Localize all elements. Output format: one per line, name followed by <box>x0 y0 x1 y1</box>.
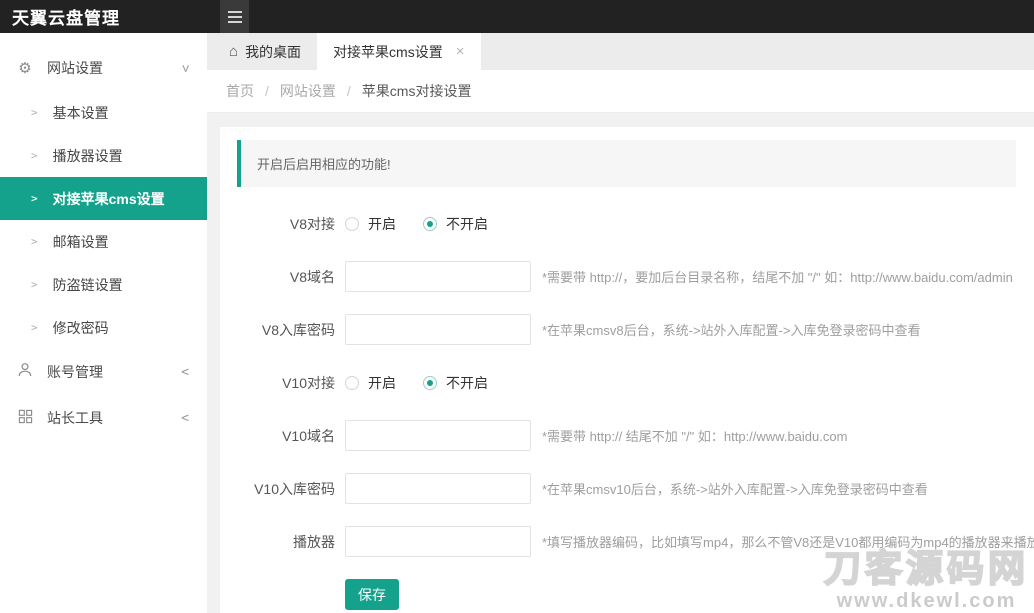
save-button[interactable]: 保存 <box>345 579 399 610</box>
chevron-right-icon: > <box>31 235 38 248</box>
form-row-v10-password: V10入库密码 *在苹果cmsv10后台，系统->站外入库配置->入库免登录密码… <box>237 473 1016 504</box>
gear-icon: ⚙ <box>16 59 34 77</box>
breadcrumb: 首页 / 网站设置 / 苹果cms对接设置 <box>207 70 1034 113</box>
form-row-save: 保存 <box>237 579 1016 610</box>
radio-checked-icon <box>423 376 437 390</box>
sidebar-item-change-password[interactable]: > 修改密码 <box>0 306 207 349</box>
grid-icon <box>16 409 34 428</box>
field-hint: *需要带 http://，要加后台目录名称，结尾不加 "/" 如：http://… <box>542 267 1013 286</box>
radio-checked-icon <box>423 217 437 231</box>
alert-text: 开启后启用相应的功能! <box>257 157 391 172</box>
settings-card: 开启后启用相应的功能! V8对接 开启 不开启 V8域名 <box>220 127 1034 613</box>
sidebar: ⚙ 网站设置 > > 基本设置 > 播放器设置 > 对接苹果cms设置 > 邮箱… <box>0 33 207 613</box>
sidebar-item-label: 邮箱设置 <box>53 232 109 252</box>
tab-bar: ⌂ 我的桌面 对接苹果cms设置 × <box>207 33 1034 70</box>
field-hint: *在苹果cmsv8后台，系统->站外入库配置->入库免登录密码中查看 <box>542 320 920 339</box>
radio-label: 开启 <box>368 214 396 234</box>
breadcrumb-separator: / <box>347 83 351 99</box>
info-alert: 开启后启用相应的功能! <box>237 140 1016 187</box>
form-row-v8-password: V8入库密码 *在苹果cmsv8后台，系统->站外入库配置->入库免登录密码中查… <box>237 314 1016 345</box>
form-row-v8-domain: V8域名 *需要带 http://，要加后台目录名称，结尾不加 "/" 如：ht… <box>237 261 1016 292</box>
form-row-v10-connect: V10对接 开启 不开启 <box>237 367 1016 398</box>
breadcrumb-home-link[interactable]: 首页 <box>226 81 254 101</box>
sidebar-item-hotlink-settings[interactable]: > 防盗链设置 <box>0 263 207 306</box>
sidebar-item-label: 防盗链设置 <box>53 275 123 295</box>
tab-label: 我的桌面 <box>245 42 301 62</box>
breadcrumb-website-settings-link[interactable]: 网站设置 <box>280 81 336 101</box>
sidebar-item-label: 对接苹果cms设置 <box>53 189 165 209</box>
player-input[interactable] <box>345 526 531 557</box>
form-row-v8-connect: V8对接 开启 不开启 <box>237 208 1016 239</box>
v8-connect-on-radio[interactable]: 开启 <box>345 214 396 234</box>
radio-label: 不开启 <box>446 214 488 234</box>
sidebar-item-account-management[interactable]: 账号管理 < <box>0 349 207 395</box>
sidebar-item-label: 网站设置 <box>47 58 181 78</box>
chevron-right-icon: > <box>31 321 38 334</box>
user-icon <box>16 362 34 382</box>
chevron-right-icon: > <box>31 149 38 162</box>
breadcrumb-current-page: 苹果cms对接设置 <box>362 81 472 101</box>
v10-connect-on-radio[interactable]: 开启 <box>345 373 396 393</box>
chevron-right-icon: > <box>31 278 38 291</box>
main-content: ⌂ 我的桌面 对接苹果cms设置 × 首页 / 网站设置 / 苹果cms对接设置… <box>207 33 1034 613</box>
tab-apple-cms-settings[interactable]: 对接苹果cms设置 × <box>317 33 480 70</box>
sidebar-item-player-settings[interactable]: > 播放器设置 <box>0 134 207 177</box>
sidebar-item-label: 播放器设置 <box>53 146 123 166</box>
field-label: 播放器 <box>237 532 335 552</box>
field-hint: *需要带 http:// 结尾不加 "/" 如：http://www.baidu… <box>542 426 847 445</box>
sidebar-item-label: 账号管理 <box>47 362 181 382</box>
hamburger-icon <box>228 11 242 13</box>
sidebar-item-apple-cms-settings[interactable]: > 对接苹果cms设置 <box>0 177 207 220</box>
sidebar-item-label: 基本设置 <box>53 103 109 123</box>
chevron-left-icon: < <box>181 411 189 426</box>
field-label: V10入库密码 <box>237 479 335 499</box>
home-icon: ⌂ <box>229 43 238 60</box>
v10-password-input[interactable] <box>345 473 531 504</box>
chevron-right-icon: > <box>31 192 38 205</box>
sidebar-item-webmaster-tools[interactable]: 站长工具 < <box>0 395 207 441</box>
v8-connect-off-radio[interactable]: 不开启 <box>423 214 488 234</box>
field-label: V10对接 <box>237 373 335 393</box>
radio-icon <box>345 217 359 231</box>
sidebar-item-label: 站长工具 <box>47 408 181 428</box>
tab-label: 对接苹果cms设置 <box>333 42 443 62</box>
v10-domain-input[interactable] <box>345 420 531 451</box>
form-row-player: 播放器 *填写播放器编码，比如填写mp4，那么不管V8还是V10都用编码为mp4… <box>237 526 1016 557</box>
radio-icon <box>345 376 359 390</box>
sidebar-item-label: 修改密码 <box>53 318 109 338</box>
radio-label: 不开启 <box>446 373 488 393</box>
chevron-right-icon: > <box>31 106 38 119</box>
sidebar-item-basic-settings[interactable]: > 基本设置 <box>0 91 207 134</box>
chevron-left-icon: < <box>181 365 189 380</box>
form-row-v10-domain: V10域名 *需要带 http:// 结尾不加 "/" 如：http://www… <box>237 420 1016 451</box>
radio-label: 开启 <box>368 373 396 393</box>
field-label: V8入库密码 <box>237 320 335 340</box>
field-label: V8域名 <box>237 267 335 287</box>
breadcrumb-separator: / <box>265 83 269 99</box>
field-hint: *填写播放器编码，比如填写mp4，那么不管V8还是V10都用编码为mp4的播放器… <box>542 532 1034 551</box>
hamburger-menu-button[interactable] <box>220 0 249 33</box>
v8-domain-input[interactable] <box>345 261 531 292</box>
field-label: V10域名 <box>237 426 335 446</box>
v8-password-input[interactable] <box>345 314 531 345</box>
app-title: 天翼云盘管理 <box>0 4 207 29</box>
top-bar: 天翼云盘管理 <box>0 0 1034 33</box>
chevron-down-icon: > <box>178 64 193 72</box>
sidebar-item-website-settings[interactable]: ⚙ 网站设置 > <box>0 45 207 91</box>
field-label: V8对接 <box>237 214 335 234</box>
tab-my-desktop[interactable]: ⌂ 我的桌面 <box>213 33 317 70</box>
sidebar-item-mailbox-settings[interactable]: > 邮箱设置 <box>0 220 207 263</box>
v10-connect-off-radio[interactable]: 不开启 <box>423 373 488 393</box>
field-hint: *在苹果cmsv10后台，系统->站外入库配置->入库免登录密码中查看 <box>542 479 928 498</box>
close-icon[interactable]: × <box>456 44 465 59</box>
